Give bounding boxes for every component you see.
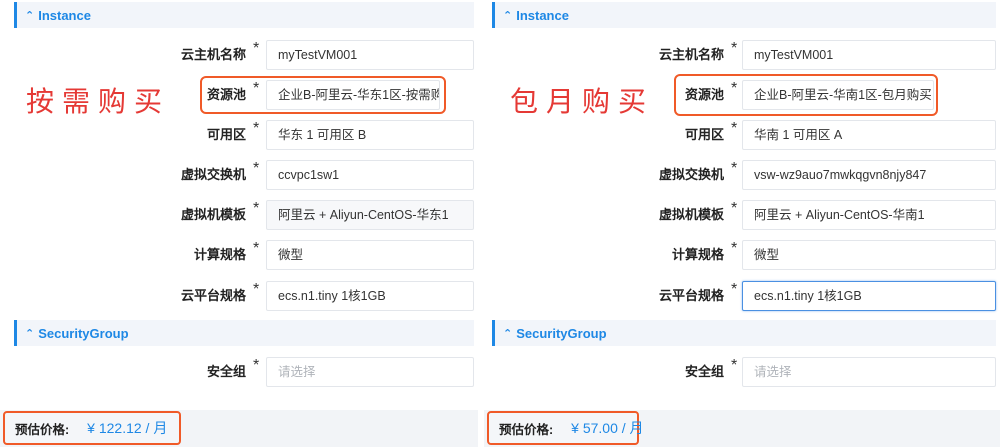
vm-template-select[interactable]: 阿里云 + Aliyun-CentOS-华东1 <box>266 200 474 230</box>
vswitch-row: 虚拟交换机 <box>0 160 246 190</box>
chevron-up-icon: ⌃ <box>503 9 513 22</box>
required-mark: * <box>253 240 260 257</box>
required-mark: * <box>253 200 260 217</box>
right-form-panel: ⌃ Instance 包月购买 云主机名称 * myTestVM001 资源池 … <box>484 0 1000 447</box>
chevron-up-icon: ⌃ <box>25 327 35 340</box>
price-value: ¥ 57.00 / 月 <box>571 420 644 436</box>
cloud-spec-select[interactable]: ecs.n1.tiny 1核1GB <box>742 281 996 311</box>
security-group-select[interactable]: 请选择 <box>266 357 474 387</box>
required-mark: * <box>731 357 738 374</box>
vswitch-select[interactable]: ccvpc1sw1 <box>266 160 474 190</box>
compute-spec-select[interactable]: 微型 <box>742 240 996 270</box>
compute-spec-select[interactable]: 微型 <box>266 240 474 270</box>
price-label: 预估价格: <box>15 422 70 437</box>
vm-template-row: 虚拟机模板 <box>484 200 724 230</box>
cloud-spec-row: 云平台规格 <box>484 281 724 311</box>
price-value: ¥ 122.12 / 月 <box>87 420 168 436</box>
availability-zone-label: 可用区 <box>206 127 246 142</box>
required-mark: * <box>731 120 738 137</box>
vm-template-label: 虚拟机模板 <box>180 207 246 222</box>
chevron-up-icon: ⌃ <box>25 9 35 22</box>
vm-name-input[interactable]: myTestVM001 <box>266 40 474 70</box>
required-mark: * <box>253 160 260 177</box>
availability-zone-label: 可用区 <box>684 127 724 142</box>
required-mark: * <box>731 40 738 57</box>
required-mark: * <box>731 281 738 298</box>
vswitch-select[interactable]: vsw-wz9auo7mwkqgvn8njy847 <box>742 160 996 190</box>
resource-pool-highlight <box>674 74 938 116</box>
vm-template-row: 虚拟机模板 <box>0 200 246 230</box>
price-label: 预估价格: <box>499 422 554 437</box>
left-form-panel: ⌃ Instance 按需购买 云主机名称 * myTestVM001 资源池 … <box>0 0 478 447</box>
cloud-spec-label: 云平台规格 <box>180 288 246 303</box>
availability-zone-select[interactable]: 华东 1 可用区 B <box>266 120 474 150</box>
resource-pool-highlight <box>200 76 446 114</box>
availability-zone-row: 可用区 <box>0 120 246 150</box>
vswitch-label: 虚拟交换机 <box>658 167 724 182</box>
required-mark: * <box>253 357 260 374</box>
required-mark: * <box>253 40 260 57</box>
vm-name-row: 云主机名称 <box>484 40 724 70</box>
vm-name-label: 云主机名称 <box>658 47 724 62</box>
required-mark: * <box>253 281 260 298</box>
price-summary: 预估价格: ¥ 57.00 / 月 <box>487 411 644 445</box>
instance-section-title: Instance <box>38 7 91 23</box>
security-group-row: 安全组 <box>0 357 246 387</box>
chevron-up-icon: ⌃ <box>503 327 513 340</box>
security-group-label: 安全组 <box>684 364 724 379</box>
compute-spec-label: 计算规格 <box>193 247 246 262</box>
security-group-section-title: SecurityGroup <box>516 325 607 341</box>
vm-name-row: 云主机名称 <box>0 40 246 70</box>
compute-spec-row: 计算规格 <box>484 240 724 270</box>
vm-name-label: 云主机名称 <box>180 47 246 62</box>
security-group-section-header[interactable]: ⌃ SecurityGroup <box>14 320 474 346</box>
required-mark: * <box>253 120 260 137</box>
vm-name-input[interactable]: myTestVM001 <box>742 40 996 70</box>
compute-spec-label: 计算规格 <box>671 247 724 262</box>
instance-section-title: Instance <box>516 7 569 23</box>
security-group-section-title: SecurityGroup <box>38 325 129 341</box>
vm-template-label: 虚拟机模板 <box>658 207 724 222</box>
security-group-section-header[interactable]: ⌃ SecurityGroup <box>492 320 996 346</box>
price-summary: 预估价格: ¥ 122.12 / 月 <box>3 411 181 445</box>
cloud-spec-label: 云平台规格 <box>658 288 724 303</box>
security-group-select[interactable]: 请选择 <box>742 357 996 387</box>
required-mark: * <box>731 160 738 177</box>
vswitch-row: 虚拟交换机 <box>484 160 724 190</box>
compute-spec-row: 计算规格 <box>0 240 246 270</box>
vswitch-label: 虚拟交换机 <box>180 167 246 182</box>
availability-zone-select[interactable]: 华南 1 可用区 A <box>742 120 996 150</box>
security-group-row: 安全组 <box>484 357 724 387</box>
cloud-spec-row: 云平台规格 <box>0 281 246 311</box>
availability-zone-row: 可用区 <box>484 120 724 150</box>
instance-section-header[interactable]: ⌃ Instance <box>492 2 996 28</box>
required-mark: * <box>731 200 738 217</box>
vm-template-select[interactable]: 阿里云 + Aliyun-CentOS-华南1 <box>742 200 996 230</box>
cloud-spec-select[interactable]: ecs.n1.tiny 1核1GB <box>266 281 474 311</box>
instance-section-header[interactable]: ⌃ Instance <box>14 2 474 28</box>
required-mark: * <box>731 240 738 257</box>
security-group-label: 安全组 <box>206 364 246 379</box>
